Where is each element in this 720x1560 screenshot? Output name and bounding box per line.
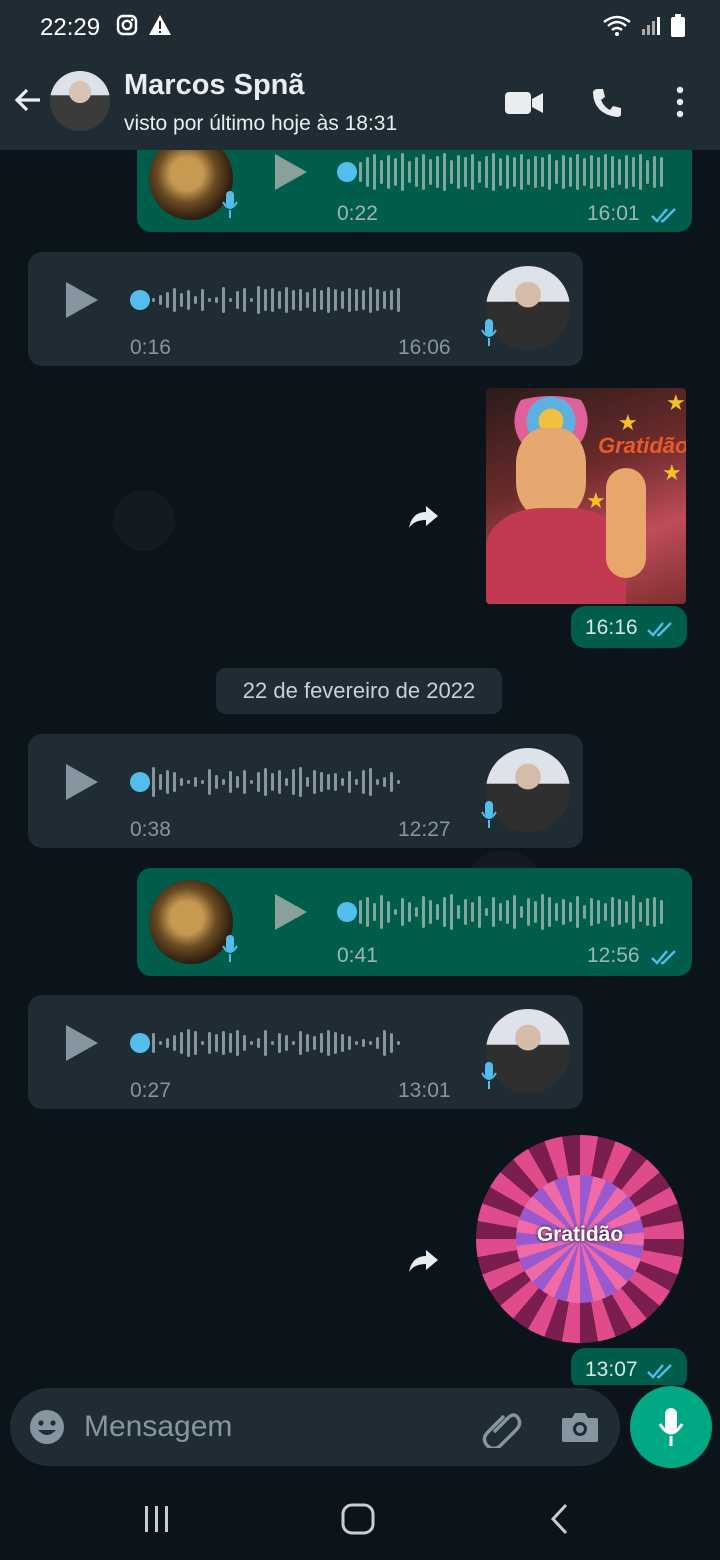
recent-apps-icon[interactable] [142,1504,172,1534]
sender-avatar [486,748,570,832]
warning-icon [149,15,171,35]
sticker-time-chip: 13:07 [571,1348,687,1385]
voice-duration: 0:22 [337,202,378,225]
star-icon: ★ [586,488,606,513]
battery-icon [671,14,685,37]
sticker-text: Gratidão [598,433,686,458]
contact-avatar[interactable] [50,71,110,131]
voice-message-incoming[interactable]: 0:27 13:01 [28,995,583,1109]
voice-message-outgoing[interactable]: 0:22 16:01 [137,150,692,232]
wifi-icon [603,15,631,36]
message-time: 13:07 [585,1358,638,1381]
voice-duration: 0:38 [130,818,171,841]
voice-message-incoming[interactable]: 0:38 12:27 [28,734,583,848]
voice-message-incoming[interactable]: 0:16 16:06 [28,252,583,366]
chat-header: Marcos Spnã visto por último hoje às 18:… [0,56,720,150]
signal-icon [642,17,660,35]
voice-duration: 0:27 [130,1079,171,1102]
voice-call-icon[interactable] [590,86,624,120]
microphone-icon [481,319,497,346]
contact-name[interactable]: Marcos Spnã [124,69,305,102]
microphone-icon [481,1062,497,1089]
instagram-icon [116,14,138,36]
voice-duration: 0:41 [337,944,378,967]
face-illustration [516,428,586,518]
play-button[interactable] [275,154,307,190]
read-receipt-icon [651,950,676,965]
date-separator: 22 de fevereiro de 2022 [216,668,502,714]
voice-duration: 0:16 [130,336,171,359]
audio-waveform [359,892,663,932]
attachment-icon[interactable] [482,1408,522,1448]
play-button[interactable] [275,894,307,930]
star-icon: ★ [662,460,682,485]
playback-scrubber[interactable] [337,902,357,922]
voice-message-outgoing[interactable]: 0:41 12:56 [137,868,692,976]
playback-scrubber[interactable] [130,1033,150,1053]
read-receipt-icon [647,622,672,637]
forward-icon[interactable] [406,502,440,532]
sticker-text: Gratidão [536,1223,624,1246]
message-time: 16:01 [587,202,640,225]
more-options-icon[interactable] [672,86,688,118]
voice-record-button[interactable] [630,1386,712,1468]
read-receipt-icon [651,208,676,223]
message-time: 16:06 [398,336,451,359]
last-seen[interactable]: visto por último hoje às 18:31 [124,112,397,136]
play-button[interactable] [66,764,98,800]
back-nav-icon[interactable] [548,1502,572,1536]
forward-icon[interactable] [406,1246,440,1276]
audio-waveform [359,152,663,192]
status-time: 22:29 [40,14,101,41]
dress-illustration [486,508,626,604]
hands-illustration [606,468,646,578]
microphone-icon [222,935,238,962]
chat-area[interactable]: 0:22 16:01 0:16 16:06 Gratidão ★ ★ ★ ★ 1… [0,150,720,1385]
message-input[interactable]: Mensagem [84,1410,232,1444]
read-receipt-icon [647,1364,672,1379]
emoji-icon[interactable] [28,1408,66,1446]
microphone-icon [481,801,497,828]
audio-waveform [152,762,400,802]
playback-scrubber[interactable] [130,290,150,310]
audio-waveform [152,1023,400,1063]
status-bar: 22:29 [0,0,720,56]
camera-icon[interactable] [560,1410,600,1444]
message-time: 16:16 [585,616,638,639]
sender-avatar [486,266,570,350]
video-call-icon[interactable] [504,90,544,116]
audio-waveform [152,280,400,320]
gratitude-sticker[interactable]: Gratidão ★ ★ ★ ★ [486,388,686,604]
home-icon[interactable] [340,1502,376,1536]
message-time: 13:01 [398,1079,451,1102]
system-nav-bar [0,1480,720,1560]
play-button[interactable] [66,282,98,318]
star-icon: ★ [618,410,638,435]
message-time: 12:27 [398,818,451,841]
microphone-icon [658,1408,684,1446]
star-icon: ★ [666,390,686,415]
back-arrow-icon[interactable] [12,84,44,116]
playback-scrubber[interactable] [337,162,357,182]
playback-scrubber[interactable] [130,772,150,792]
sender-avatar [486,1009,570,1093]
microphone-icon [222,191,238,218]
play-button[interactable] [66,1025,98,1061]
sticker-time-chip: 16:16 [571,606,687,648]
message-time: 12:56 [587,944,640,967]
message-input-bar[interactable]: Mensagem [10,1388,620,1466]
mandala-sticker[interactable]: Gratidão [476,1135,684,1343]
